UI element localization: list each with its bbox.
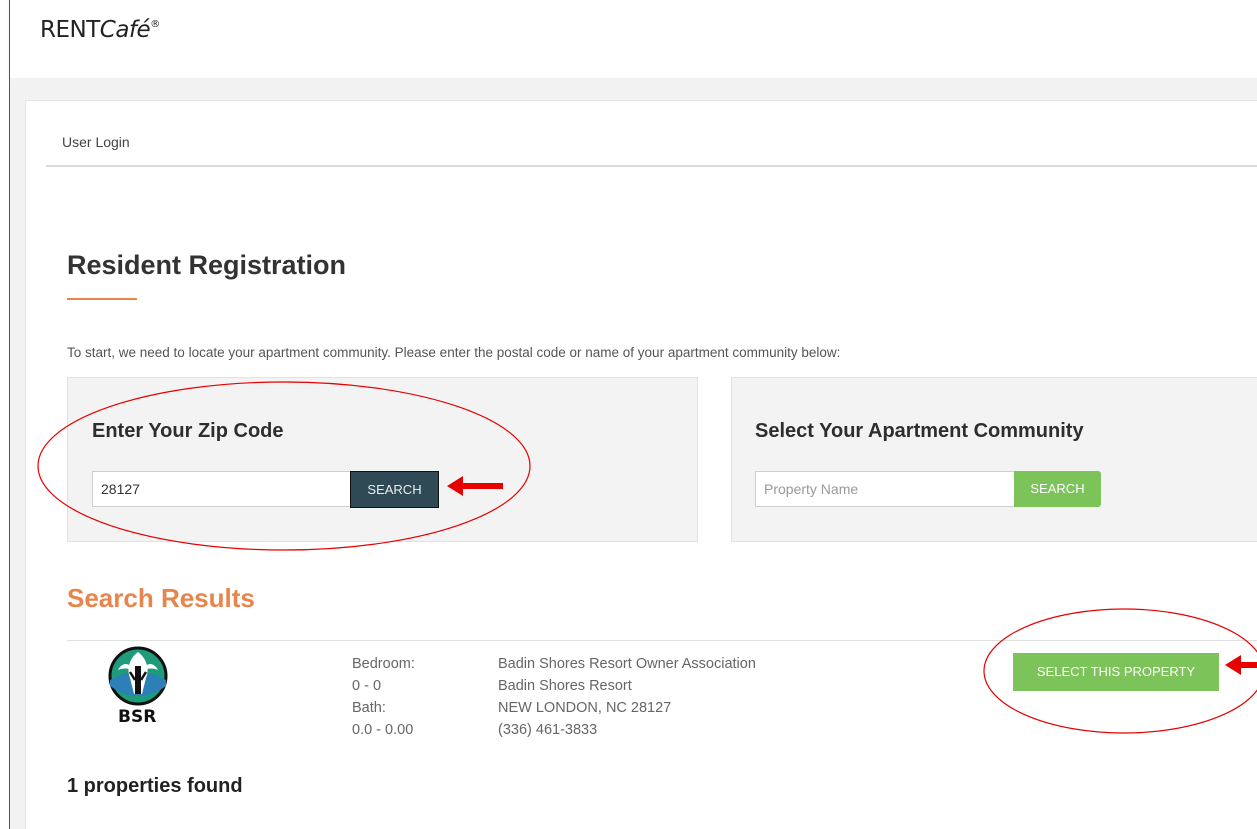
zip-code-panel: Enter Your Zip Code 28127 SEARCH: [67, 377, 698, 542]
property-name-input[interactable]: Property Name: [755, 471, 1015, 507]
property-specs: Bedroom: 0 - 0 Bath: 0.0 - 0.00: [352, 653, 415, 741]
nav-divider: [46, 165, 1257, 167]
intro-text: To start, we need to locate your apartme…: [67, 345, 841, 360]
logo-registered-mark: ®: [150, 19, 160, 30]
property-city-state-zip: NEW LONDON, NC 28127: [498, 700, 672, 716]
select-property-button[interactable]: SELECT THIS PROPERTY: [1013, 653, 1219, 691]
page-title: Resident Registration: [67, 250, 347, 280]
bath-value: 0.0 - 0.00: [352, 722, 414, 738]
properties-found-count: 1 properties found: [67, 775, 243, 797]
bedroom-label: Bedroom:: [352, 656, 415, 672]
zip-code-input[interactable]: 28127: [92, 471, 352, 507]
bath-label: Bath:: [352, 700, 386, 716]
bsr-logo-text: BSR: [118, 707, 157, 727]
property-address: Badin Shores Resort Owner Association Ba…: [498, 653, 756, 741]
property-phone: (336) 461-3833: [498, 722, 598, 738]
top-header: RENTCafé®: [10, 0, 1257, 78]
rentcafe-logo[interactable]: RENTCafé®: [40, 17, 160, 43]
results-divider: [67, 640, 1257, 641]
property-association: Badin Shores Resort Owner Association: [498, 656, 756, 672]
logo-rent-text: RENT: [40, 17, 100, 43]
bedroom-value: 0 - 0: [352, 678, 382, 694]
bsr-logo-icon: [108, 646, 168, 706]
community-search-button[interactable]: SEARCH: [1014, 471, 1101, 507]
community-heading: Select Your Apartment Community: [755, 420, 1084, 442]
property-name: Badin Shores Resort: [498, 678, 632, 694]
page-background-band: [10, 78, 1257, 100]
zip-search-button[interactable]: SEARCH: [350, 471, 439, 508]
user-login-link[interactable]: User Login: [62, 134, 130, 150]
zip-code-heading: Enter Your Zip Code: [92, 420, 284, 442]
logo-cafe-text: Café: [99, 17, 151, 43]
search-results-title: Search Results: [67, 583, 255, 613]
community-panel: Select Your Apartment Community Property…: [731, 377, 1257, 542]
title-underline: [67, 298, 137, 300]
page-background-gutter: [10, 100, 25, 829]
